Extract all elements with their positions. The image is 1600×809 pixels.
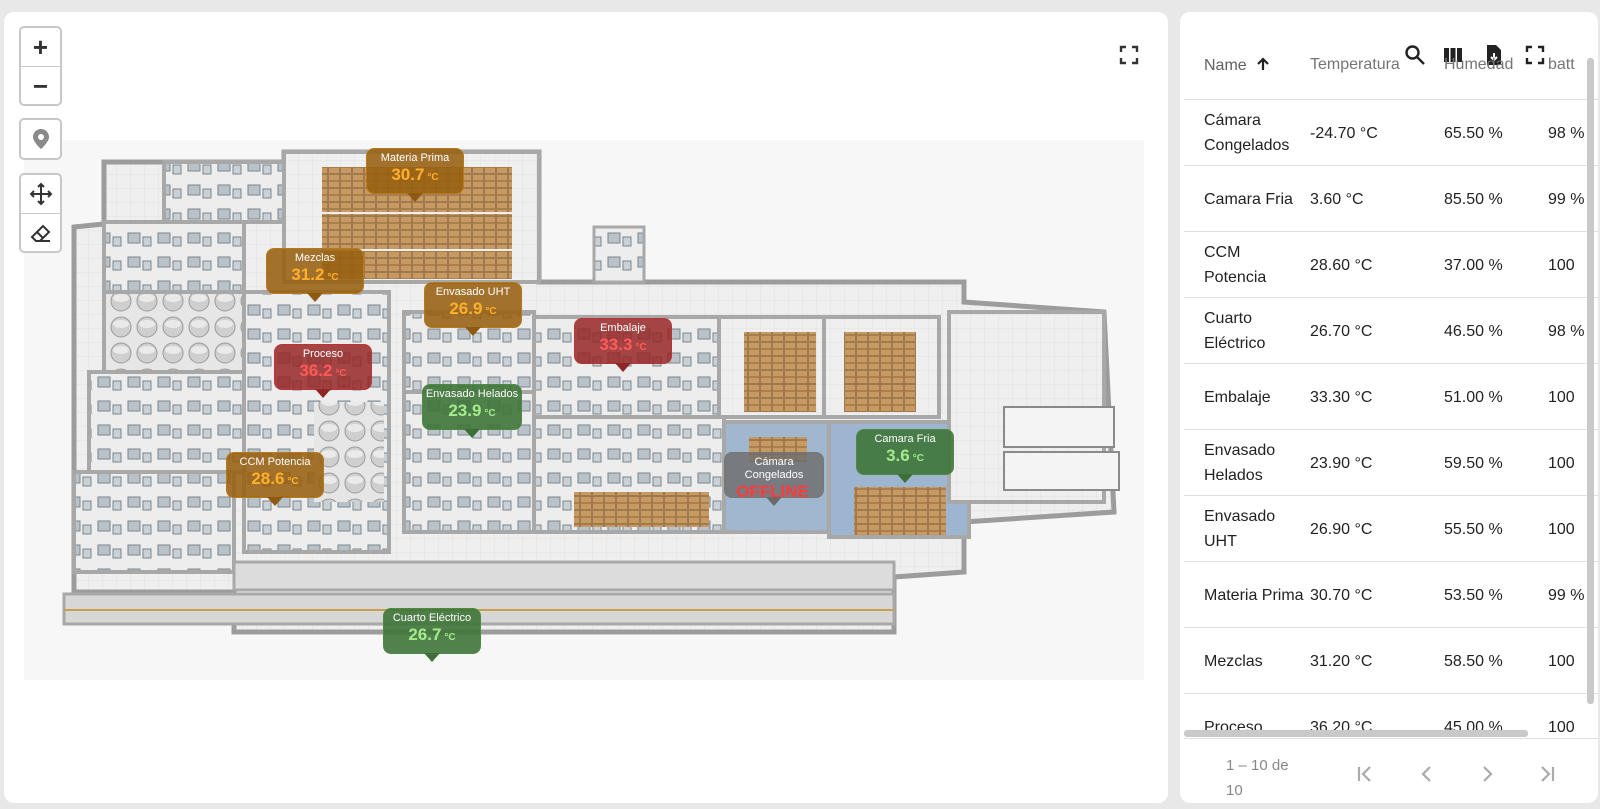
first-page-icon[interactable] (1354, 763, 1376, 785)
zoom-controls: + − (19, 26, 62, 106)
marker-envasado-helados[interactable]: Envasado Helados 23.9 °C (422, 384, 522, 438)
marker-cuarto-electrico[interactable]: Cuarto Eléctrico 26.7 °C (383, 608, 481, 662)
add-marker-button[interactable] (21, 120, 60, 158)
eraser-icon (30, 224, 50, 242)
edit-tools (19, 173, 62, 253)
marker-tool (19, 118, 62, 160)
table-row[interactable]: Camara Fria 3.60 °C 85.50 % 99 % (1184, 166, 1598, 232)
marker-envasado-uht[interactable]: Envasado UHT 26.9 °C (424, 282, 522, 336)
table-row[interactable]: Envasado Helados 23.90 °C 59.50 % 100 (1184, 430, 1598, 496)
column-header-name[interactable]: Name (1204, 56, 1271, 75)
factory-floor-plan (24, 140, 1144, 680)
floor-plan-map[interactable]: + − Materia Prima 30.7 °C Mezclas 31.2 °C … (4, 12, 1168, 803)
column-header-humedad[interactable]: Humedad (1444, 56, 1513, 74)
next-page-icon[interactable] (1476, 763, 1498, 785)
arrow-up-icon (1257, 57, 1269, 70)
column-header-temperatura[interactable]: Temperatura (1310, 56, 1400, 74)
marker-camara-fria[interactable]: Camara Fria 3.6 °C (856, 429, 954, 483)
pagination-range: 1 – 10 de 10 (1226, 757, 1289, 799)
vertical-scrollbar[interactable] (1587, 58, 1594, 704)
last-page-icon[interactable] (1536, 763, 1558, 785)
table-row[interactable]: Materia Prima 30.70 °C 53.50 % 99 % (1184, 562, 1598, 628)
table-row[interactable]: Envasado UHT 26.90 °C 55.50 % 100 (1184, 496, 1598, 562)
column-header-battery[interactable]: batt (1548, 56, 1575, 74)
sensor-table-card: Name Temperatura Humedad batt Cámara Con… (1180, 12, 1598, 803)
move-icon (29, 182, 52, 206)
table-row[interactable]: CCM Potencia 28.60 °C 37.00 % 100 (1184, 232, 1598, 298)
marker-camara-congelados[interactable]: Cámara Congelados OFFLINE (724, 452, 824, 506)
marker-embalaje[interactable]: Embalaje 33.3 °C (574, 318, 672, 372)
table-header: Name Temperatura Humedad batt (1184, 36, 1598, 100)
marker-mezclas[interactable]: Mezclas 31.2 °C (266, 248, 364, 302)
table-body: Cámara Congelados -24.70 °C 65.50 % 98 % Ca… (1184, 100, 1598, 732)
fullscreen-icon[interactable] (1118, 44, 1140, 66)
zoom-out-button[interactable]: − (21, 66, 60, 104)
table-row[interactable]: Cuarto Eléctrico 26.70 °C 46.50 % 98 % (1184, 298, 1598, 364)
table-row[interactable]: Proceso 36.20 °C 45.00 % 100 (1184, 694, 1598, 733)
horizontal-scrollbar[interactable] (1184, 730, 1528, 737)
marker-proceso[interactable]: Proceso 36.2 °C (274, 344, 372, 398)
marker-materia-prima[interactable]: Materia Prima 30.7 °C (366, 148, 464, 202)
map-pin-icon (32, 129, 49, 149)
plus-icon: + (32, 32, 49, 62)
erase-button[interactable] (21, 213, 60, 251)
table-row[interactable]: Embalaje 33.30 °C 51.00 % 100 (1184, 364, 1598, 430)
table-row[interactable]: Cámara Congelados -24.70 °C 65.50 % 98 % (1184, 100, 1598, 166)
move-button[interactable] (21, 175, 60, 213)
marker-ccm-potencia[interactable]: CCM Potencia 28.6 °C (226, 452, 324, 506)
prev-page-icon[interactable] (1416, 763, 1438, 785)
pagination: 1 – 10 de 10 (1184, 738, 1598, 803)
zoom-in-button[interactable]: + (21, 28, 60, 66)
minus-icon: − (32, 70, 49, 101)
table-row[interactable]: Mezclas 31.20 °C 58.50 % 100 (1184, 628, 1598, 694)
